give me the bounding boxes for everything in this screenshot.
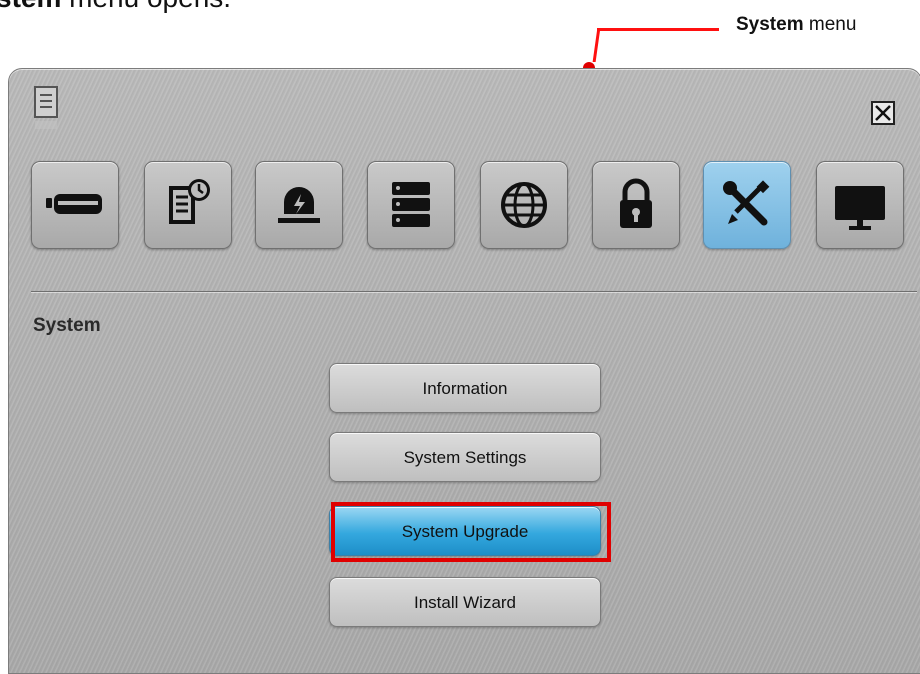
section-title: System	[33, 315, 101, 336]
instruction-caption-bold: stem	[0, 0, 61, 13]
tab-camera[interactable]	[31, 161, 119, 249]
instruction-caption-rest: menu opens.	[61, 0, 231, 13]
tab-alarm[interactable]	[255, 161, 343, 249]
camera-icon	[46, 194, 102, 214]
tab-security[interactable]	[592, 161, 680, 249]
alarm-icon	[278, 187, 320, 223]
tab-display[interactable]	[816, 161, 904, 249]
callout-line	[597, 28, 719, 31]
callout-label-rest: menu	[803, 14, 857, 35]
monitor-icon	[835, 186, 885, 230]
callout-label-bold: System	[736, 14, 804, 35]
highlight-box	[331, 502, 611, 562]
callout-label: System menu	[736, 14, 856, 36]
system-settings-button[interactable]: System Settings	[329, 432, 601, 482]
tab-network[interactable]	[480, 161, 568, 249]
menu-list-icon[interactable]	[33, 85, 61, 131]
instruction-caption: stem menu opens.	[0, 0, 231, 14]
schedule-record-icon	[169, 179, 210, 224]
install-wizard-button[interactable]: Install Wizard	[329, 577, 601, 627]
tab-storage[interactable]	[367, 161, 455, 249]
divider	[31, 291, 917, 292]
information-button[interactable]: Information	[329, 363, 601, 413]
close-button[interactable]	[871, 101, 895, 125]
lock-icon	[620, 178, 652, 228]
system-menu-window: System Information System Settings Syste…	[8, 68, 920, 674]
network-icon	[501, 182, 547, 228]
callout-line-vertical	[592, 28, 601, 62]
close-icon	[875, 105, 891, 121]
tools-icon	[723, 180, 770, 226]
storage-icon	[392, 182, 430, 227]
tab-schedule[interactable]	[144, 161, 232, 249]
tab-system[interactable]	[703, 161, 791, 249]
